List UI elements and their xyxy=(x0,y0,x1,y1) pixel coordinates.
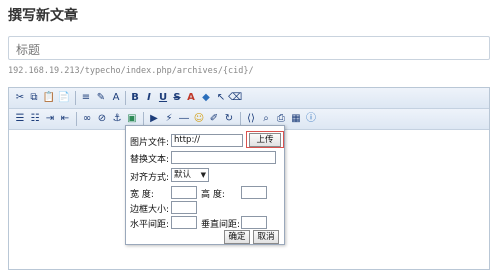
clear-format-icon[interactable]: ⌫ xyxy=(228,91,242,105)
alt-text-input[interactable] xyxy=(171,151,276,164)
align-label: 对齐方式: xyxy=(130,173,170,183)
print-icon[interactable]: ⎙ xyxy=(274,112,288,126)
align-select-value: 默认 xyxy=(174,170,192,180)
media-icon[interactable]: ▶ xyxy=(147,112,161,126)
permalink-url: 192.168.19.213/typecho/index.php/archive… xyxy=(8,66,254,76)
cancel-button[interactable]: 取消 xyxy=(253,230,279,244)
preview-icon[interactable]: ⌕ xyxy=(259,112,273,126)
width-label: 宽 度: xyxy=(130,190,154,200)
vspace-input[interactable] xyxy=(241,216,267,229)
anchor-icon[interactable]: ⚓ xyxy=(110,112,124,126)
code-icon[interactable]: ⟨⟩ xyxy=(244,112,258,126)
template-icon[interactable]: ▦ xyxy=(289,112,303,126)
image-icon[interactable]: ▣ xyxy=(125,112,139,126)
flash-icon[interactable]: ⚡ xyxy=(162,112,176,126)
strike-icon[interactable]: S xyxy=(170,91,184,105)
toolbar-row-1: ✂ ⧉ 📋 📄 ≡ ✎ A B I U S A ◆ ↖ ⌫ xyxy=(9,88,489,109)
hspace-input[interactable] xyxy=(171,216,197,229)
ok-button[interactable]: 确定 xyxy=(224,230,250,244)
redo-icon[interactable]: ↻ xyxy=(222,112,236,126)
bg-color-icon[interactable]: ◆ xyxy=(199,91,213,105)
image-dialog: 图片文件: http:// 上传 替换文本: 对齐方式: 默认 ▼ 宽 度: 高… xyxy=(125,125,285,245)
unlink-icon[interactable]: ⊘ xyxy=(95,112,109,126)
hspace-label: 水平间距: xyxy=(130,220,170,230)
outdent-icon[interactable]: ⇤ xyxy=(58,112,72,126)
cut-icon[interactable]: ✂ xyxy=(13,91,27,105)
smiley-icon[interactable]: ☺ xyxy=(192,112,206,126)
page-title: 撰写新文章 xyxy=(8,8,78,24)
paste-text-icon[interactable]: 📄 xyxy=(57,91,71,105)
alt-text-label: 替换文本: xyxy=(130,155,170,165)
align-left-icon[interactable]: ☰ xyxy=(13,112,27,126)
align-select[interactable]: 默认 ▼ xyxy=(171,168,209,182)
list-icon[interactable]: ☷ xyxy=(28,112,42,126)
select-icon[interactable]: ↖ xyxy=(214,91,228,105)
copy-icon[interactable]: ⧉ xyxy=(27,91,41,105)
paste-icon[interactable]: 📋 xyxy=(42,91,56,105)
image-file-label: 图片文件: xyxy=(130,138,170,148)
italic-icon[interactable]: I xyxy=(142,91,156,105)
underline-icon[interactable]: U xyxy=(156,91,170,105)
image-url-input[interactable]: http:// xyxy=(171,134,243,147)
bold-icon[interactable]: B xyxy=(128,91,142,105)
about-icon[interactable]: ⓘ xyxy=(304,112,318,126)
title-input[interactable]: 标题 xyxy=(8,36,490,60)
hr-icon[interactable]: ― xyxy=(177,112,191,126)
link-icon[interactable]: ∞ xyxy=(80,112,94,126)
height-input[interactable] xyxy=(241,186,267,199)
upload-button[interactable]: 上传 xyxy=(249,133,281,147)
edit-icon[interactable]: ✐ xyxy=(207,112,221,126)
font-color-icon[interactable]: A xyxy=(184,91,198,105)
indent-icon[interactable]: ⇥ xyxy=(43,112,57,126)
title-input-placeholder: 标题 xyxy=(16,43,41,57)
list-format-icon[interactable]: ≡ xyxy=(79,91,93,105)
vspace-label: 垂直间距: xyxy=(201,220,241,230)
border-label: 边框大小: xyxy=(130,205,170,215)
border-input[interactable] xyxy=(171,201,197,214)
width-input[interactable] xyxy=(171,186,197,199)
font-size-icon[interactable]: A xyxy=(109,91,123,105)
height-label: 高 度: xyxy=(201,190,225,200)
chevron-down-icon: ▼ xyxy=(200,171,206,179)
spellcheck-icon[interactable]: ✎ xyxy=(94,91,108,105)
